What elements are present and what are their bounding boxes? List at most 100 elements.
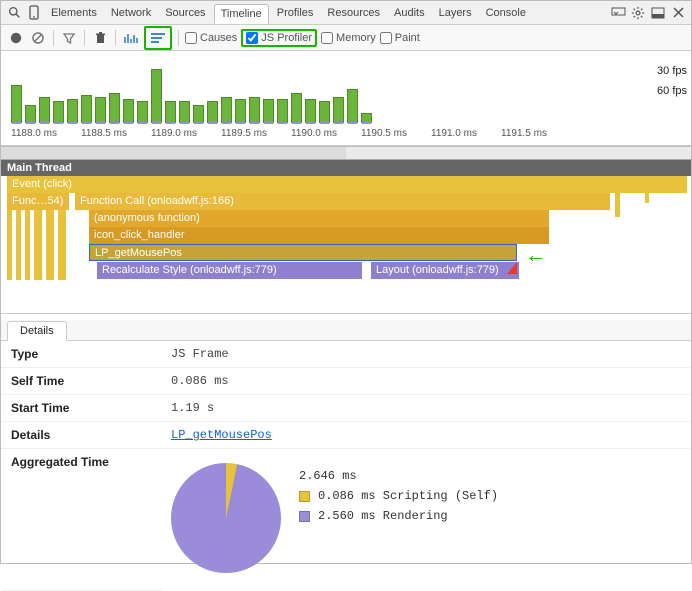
tab-audits[interactable]: Audits [388,4,431,22]
flame-layout[interactable]: Layout (onloadwff.js:779) [371,262,519,279]
paint-checkbox[interactable]: Paint [380,32,420,44]
search-icon[interactable] [5,4,23,22]
close-icon[interactable] [669,4,687,22]
swatch-scripting-icon [299,491,310,502]
tab-console[interactable]: Console [480,4,532,22]
frame-bar [277,99,288,123]
separator [84,30,85,46]
view-waterfall-icon[interactable] [122,29,140,47]
record-icon[interactable] [7,29,25,47]
frame-bar [53,101,64,123]
frame-bar [39,97,50,123]
clear-icon[interactable] [29,29,47,47]
separator [53,30,54,46]
frame-bar [109,93,120,123]
self-time-value: 0.086 ms [161,368,691,395]
memory-checkbox[interactable]: Memory [321,32,376,44]
time-tick: 1190.5 ms [361,128,431,145]
agg-rendering: 2.560 ms Rendering [318,509,448,523]
main-thread-header: Main Thread [1,160,691,176]
time-tick: 1188.5 ms [81,128,151,145]
filter-icon[interactable] [60,29,78,47]
frame-bar [207,101,218,123]
frame-bar [361,113,372,123]
time-tick: 1191.5 ms [501,128,571,145]
flame-deco [25,210,30,280]
details-tab[interactable]: Details [7,321,67,341]
tab-resources[interactable]: Resources [321,4,386,22]
causes-checkbox[interactable]: Causes [185,32,237,44]
js-profiler-highlight: JS Profiler [241,29,317,47]
flame-lp-getmousepos[interactable]: LP_getMousePos [89,244,517,261]
frame-bar [151,69,162,123]
separator [178,30,179,46]
time-tick: 1190.0 ms [291,128,361,145]
tab-layers[interactable]: Layers [433,4,478,22]
fps-30-label: 30 fps [657,65,687,77]
frame-bar [193,105,204,123]
frame-bar [347,89,358,123]
frame-bar [11,85,22,123]
frame-bar [291,93,302,123]
flame-icon-click-handler[interactable]: icon_click_handler [89,227,549,244]
gear-icon[interactable] [629,4,647,22]
drawer-icon[interactable] [609,4,627,22]
type-label: Type [1,341,161,368]
frame-bar [95,97,106,123]
flame-event-click[interactable]: Event (click) [7,176,687,193]
start-time-label: Start Time [1,395,161,422]
time-tick: 1189.0 ms [151,128,221,145]
separator [115,30,116,46]
frame-bar [25,105,36,123]
dock-icon[interactable] [649,4,667,22]
frame-bar [123,99,134,123]
view-flamechart-icon[interactable] [149,29,167,47]
aggregated-pie-chart [171,463,281,573]
start-time-value: 1.19 s [161,395,691,422]
frame-bar [235,99,246,123]
annotation-arrow-icon: ← [525,242,547,268]
frame-bar [81,95,92,123]
warning-triangle-icon [507,262,517,274]
overview-chart[interactable]: 30 fps 60 fps 1188.0 ms1188.5 ms1189.0 m… [1,51,691,146]
flame-anonymous[interactable]: (anonymous function) [89,210,549,227]
frame-bar [319,101,330,123]
swatch-rendering-icon [299,511,310,522]
flame-deco [16,210,21,280]
time-tick: 1188.0 ms [11,128,81,145]
frame-bar [263,99,274,123]
aggregated-time-label: Aggregated Time [1,449,161,591]
frame-bar [67,99,78,123]
frame-bar [179,101,190,123]
frame-bar [305,99,316,123]
details-label: Details [1,422,161,449]
garbage-icon[interactable] [91,29,109,47]
self-time-label: Self Time [1,368,161,395]
frame-bar [221,97,232,123]
frame-bar [249,97,260,123]
tab-elements[interactable]: Elements [45,4,103,22]
fps-60-label: 60 fps [657,85,687,97]
tab-timeline[interactable]: Timeline [214,4,269,24]
tab-profiles[interactable]: Profiles [271,4,320,22]
agg-scripting: 0.086 ms Scripting (Self) [318,489,498,503]
time-tick: 1189.5 ms [221,128,291,145]
js-profiler-checkbox[interactable]: JS Profiler [246,32,312,44]
frame-bar [165,101,176,123]
flame-deco [645,193,649,203]
tab-sources[interactable]: Sources [159,4,211,22]
agg-total: 2.646 ms [299,469,357,483]
frame-bar [137,101,148,123]
flame-func54[interactable]: Func…54) [7,193,69,210]
flame-function-call[interactable]: Function Call (onloadwff.js:166) [75,193,610,210]
overview-scrubber[interactable] [1,146,691,160]
flame-chart[interactable]: Event (click) Func…54) Function Call (on… [1,176,691,314]
details-link[interactable]: LP_getMousePos [171,428,272,442]
time-tick: 1191.0 ms [431,128,501,145]
flame-deco [615,193,620,217]
tab-network[interactable]: Network [105,4,157,22]
view-flamechart-highlight [144,26,172,50]
device-icon[interactable] [25,4,43,22]
flame-recalculate-style[interactable]: Recalculate Style (onloadwff.js:779) [97,262,362,279]
frame-bar [333,97,344,123]
